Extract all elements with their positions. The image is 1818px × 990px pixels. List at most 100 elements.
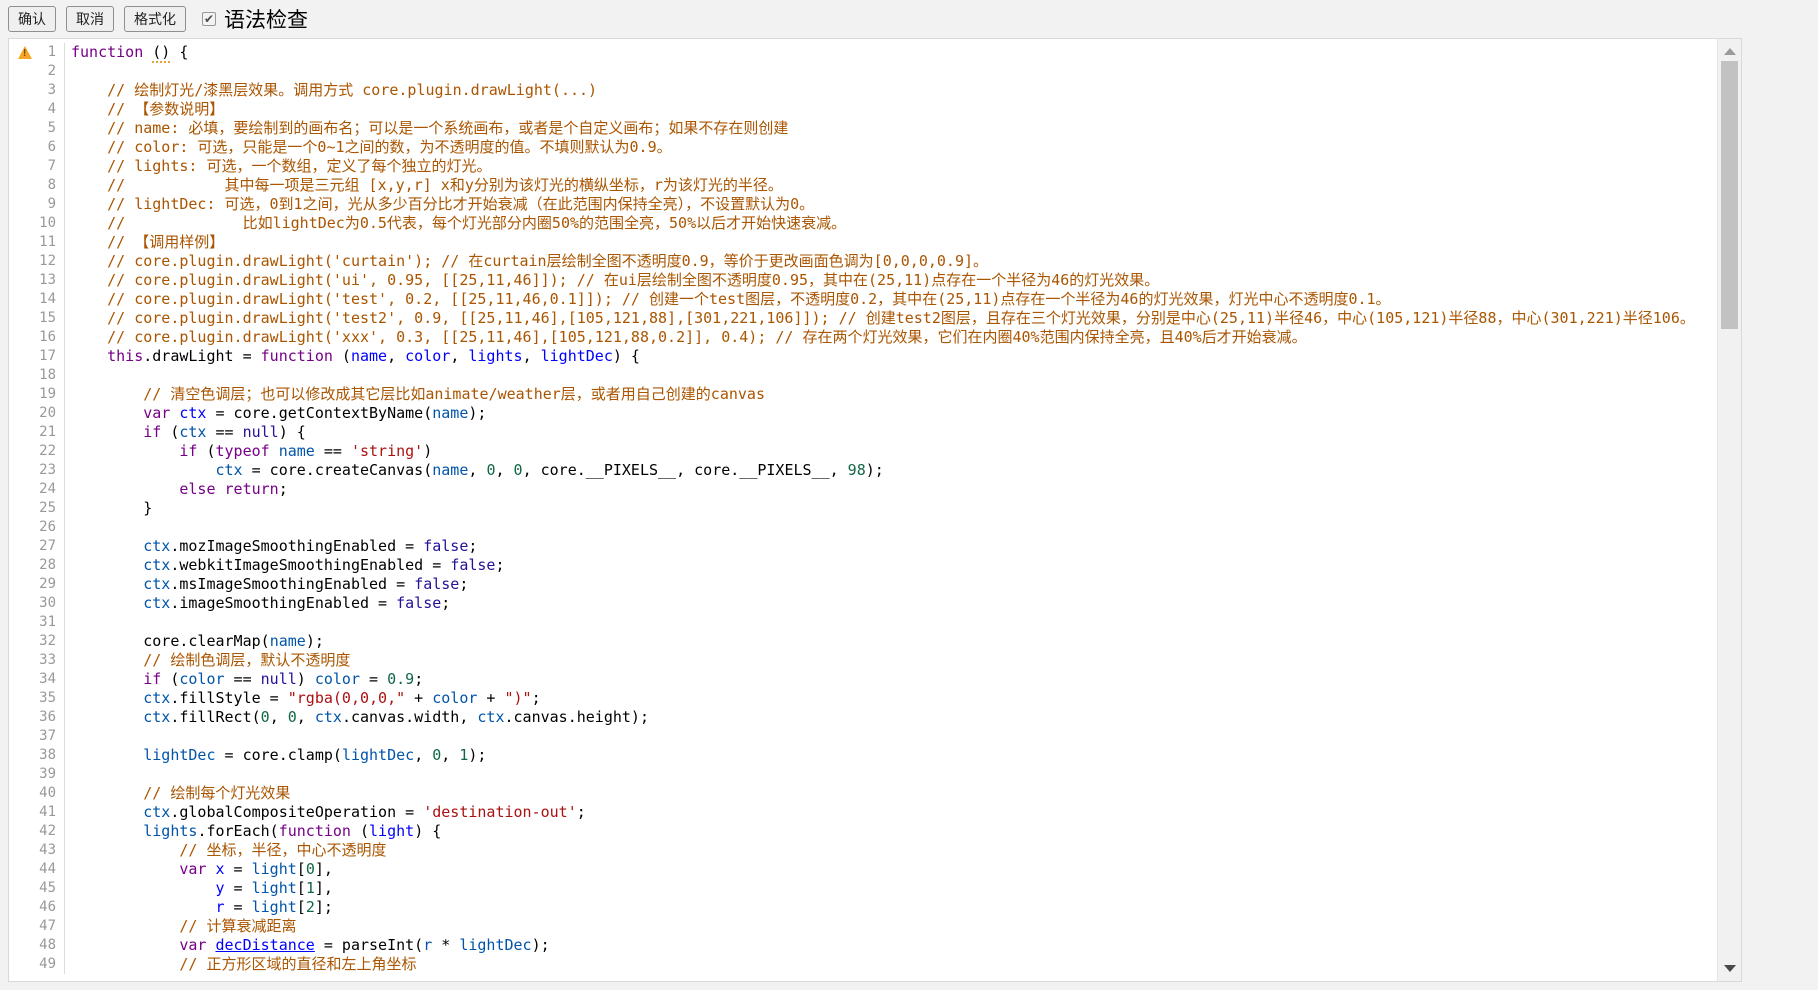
gutter-cell: 14 <box>9 290 65 309</box>
code-line[interactable]: 11 // 【调用样例】 <box>9 233 1717 252</box>
code-line[interactable]: 19 // 清空色调层；也可以修改成其它层比如animate/weather层，… <box>9 385 1717 404</box>
code-line[interactable]: 15 // core.plugin.drawLight('test2', 0.9… <box>9 309 1717 328</box>
code-line[interactable]: 42 lights.forEach(function (light) { <box>9 822 1717 841</box>
line-number: 44 <box>39 860 56 879</box>
code-text: // core.plugin.drawLight('ui', 0.95, [[2… <box>65 271 1717 290</box>
confirm-button[interactable]: 确认 <box>8 6 56 32</box>
code-line[interactable]: 10 // 比如lightDec为0.5代表，每个灯光部分内圈50%的范围全亮，… <box>9 214 1717 233</box>
code-line[interactable]: 17 this.drawLight = function (name, colo… <box>9 347 1717 366</box>
code-line[interactable]: 47 // 计算衰减距离 <box>9 917 1717 936</box>
code-lines[interactable]: 1function () {23 // 绘制灯光/漆黑层效果。调用方式 core… <box>9 39 1717 981</box>
code-line[interactable]: 30 ctx.imageSmoothingEnabled = false; <box>9 594 1717 613</box>
code-text: ctx.mozImageSmoothingEnabled = false; <box>65 537 1717 556</box>
line-number: 25 <box>39 499 56 518</box>
scrollbar-down-arrow-icon[interactable] <box>1724 965 1736 972</box>
code-line[interactable]: 38 lightDec = core.clamp(lightDec, 0, 1)… <box>9 746 1717 765</box>
code-line[interactable]: 29 ctx.msImageSmoothingEnabled = false; <box>9 575 1717 594</box>
gutter-cell: 42 <box>9 822 65 841</box>
code-line[interactable]: 26 <box>9 518 1717 537</box>
code-line[interactable]: 5 // name: 必填，要绘制到的画布名；可以是一个系统画布，或者是个自定义… <box>9 119 1717 138</box>
code-text: ctx.imageSmoothingEnabled = false; <box>65 594 1717 613</box>
code-line[interactable]: 32 core.clearMap(name); <box>9 632 1717 651</box>
gutter-cell: 33 <box>9 651 65 670</box>
gutter-cell: 34 <box>9 670 65 689</box>
code-line[interactable]: 36 ctx.fillRect(0, 0, ctx.canvas.width, … <box>9 708 1717 727</box>
code-line[interactable]: 22 if (typeof name == 'string') <box>9 442 1717 461</box>
scrollbar-up-arrow-icon[interactable] <box>1724 48 1736 55</box>
code-line[interactable]: 3 // 绘制灯光/漆黑层效果。调用方式 core.plugin.drawLig… <box>9 81 1717 100</box>
gutter-cell: 2 <box>9 62 65 81</box>
cancel-button[interactable]: 取消 <box>66 6 114 32</box>
code-line[interactable]: 8 // 其中每一项是三元组 [x,y,r] x和y分别为该灯光的横纵坐标，r为… <box>9 176 1717 195</box>
gutter-cell: 21 <box>9 423 65 442</box>
line-number: 17 <box>39 347 56 366</box>
code-text: ctx.globalCompositeOperation = 'destinat… <box>65 803 1717 822</box>
gutter-cell: 45 <box>9 879 65 898</box>
gutter-cell: 20 <box>9 404 65 423</box>
line-number: 23 <box>39 461 56 480</box>
code-text <box>65 613 1717 632</box>
code-line[interactable]: 9 // lightDec: 可选，0到1之间，光从多少百分比才开始衰减（在此范… <box>9 195 1717 214</box>
line-number: 47 <box>39 917 56 936</box>
code-line[interactable]: 2 <box>9 62 1717 81</box>
code-line[interactable]: 35 ctx.fillStyle = "rgba(0,0,0," + color… <box>9 689 1717 708</box>
code-line[interactable]: 7 // lights: 可选，一个数组，定义了每个独立的灯光。 <box>9 157 1717 176</box>
line-number: 27 <box>39 537 56 556</box>
code-line[interactable]: 41 ctx.globalCompositeOperation = 'desti… <box>9 803 1717 822</box>
vertical-scrollbar[interactable] <box>1717 39 1741 981</box>
code-text: // 坐标，半径，中心不透明度 <box>65 841 1717 860</box>
code-line[interactable]: 28 ctx.webkitImageSmoothingEnabled = fal… <box>9 556 1717 575</box>
code-text: // 计算衰减距离 <box>65 917 1717 936</box>
code-line[interactable]: 33 // 绘制色调层，默认不透明度 <box>9 651 1717 670</box>
scrollbar-thumb[interactable] <box>1721 61 1738 329</box>
code-text: ctx.msImageSmoothingEnabled = false; <box>65 575 1717 594</box>
code-line[interactable]: 6 // color: 可选，只能是一个0~1之间的数，为不透明度的值。不填则默… <box>9 138 1717 157</box>
gutter-cell: 25 <box>9 499 65 518</box>
code-line[interactable]: 27 ctx.mozImageSmoothingEnabled = false; <box>9 537 1717 556</box>
code-line[interactable]: 4 // 【参数说明】 <box>9 100 1717 119</box>
code-line[interactable]: 21 if (ctx == null) { <box>9 423 1717 442</box>
code-line[interactable]: 13 // core.plugin.drawLight('ui', 0.95, … <box>9 271 1717 290</box>
line-number: 9 <box>48 195 56 214</box>
code-line[interactable]: 16 // core.plugin.drawLight('xxx', 0.3, … <box>9 328 1717 347</box>
code-editor[interactable]: 1function () {23 // 绘制灯光/漆黑层效果。调用方式 core… <box>8 38 1742 982</box>
code-line[interactable]: 12 // core.plugin.drawLight('curtain'); … <box>9 252 1717 271</box>
code-line[interactable]: 46 r = light[2]; <box>9 898 1717 917</box>
line-number: 41 <box>39 803 56 822</box>
code-line[interactable]: 43 // 坐标，半径，中心不透明度 <box>9 841 1717 860</box>
code-text: } <box>65 499 1717 518</box>
code-line[interactable]: 39 <box>9 765 1717 784</box>
line-number: 6 <box>48 138 56 157</box>
code-line[interactable]: 45 y = light[1], <box>9 879 1717 898</box>
gutter-cell: 46 <box>9 898 65 917</box>
gutter-cell: 32 <box>9 632 65 651</box>
code-line[interactable]: 14 // core.plugin.drawLight('test', 0.2,… <box>9 290 1717 309</box>
code-line[interactable]: 25 } <box>9 499 1717 518</box>
code-line[interactable]: 24 else return; <box>9 480 1717 499</box>
line-number: 4 <box>48 100 56 119</box>
code-text: core.clearMap(name); <box>65 632 1717 651</box>
code-line[interactable]: 40 // 绘制每个灯光效果 <box>9 784 1717 803</box>
syntax-check-checkbox[interactable] <box>202 12 216 26</box>
code-text: // 正方形区域的直径和左上角坐标 <box>65 955 1717 974</box>
line-number: 19 <box>39 385 56 404</box>
code-text: // 绘制每个灯光效果 <box>65 784 1717 803</box>
code-line[interactable]: 31 <box>9 613 1717 632</box>
code-line[interactable]: 44 var x = light[0], <box>9 860 1717 879</box>
code-line[interactable]: 34 if (color == null) color = 0.9; <box>9 670 1717 689</box>
gutter-cell: 29 <box>9 575 65 594</box>
code-line[interactable]: 48 var decDistance = parseInt(r * lightD… <box>9 936 1717 955</box>
code-line[interactable]: 20 var ctx = core.getContextByName(name)… <box>9 404 1717 423</box>
line-number: 31 <box>39 613 56 632</box>
code-line[interactable]: 37 <box>9 727 1717 746</box>
line-number: 38 <box>39 746 56 765</box>
code-text: // color: 可选，只能是一个0~1之间的数，为不透明度的值。不填则默认为… <box>65 138 1717 157</box>
code-text <box>65 62 1717 81</box>
code-text: else return; <box>65 480 1717 499</box>
code-line[interactable]: 49 // 正方形区域的直径和左上角坐标 <box>9 955 1717 974</box>
code-line[interactable]: 18 <box>9 366 1717 385</box>
format-button[interactable]: 格式化 <box>124 6 186 32</box>
code-line[interactable]: 1function () { <box>9 43 1717 62</box>
code-line[interactable]: 23 ctx = core.createCanvas(name, 0, 0, c… <box>9 461 1717 480</box>
gutter-cell: 35 <box>9 689 65 708</box>
